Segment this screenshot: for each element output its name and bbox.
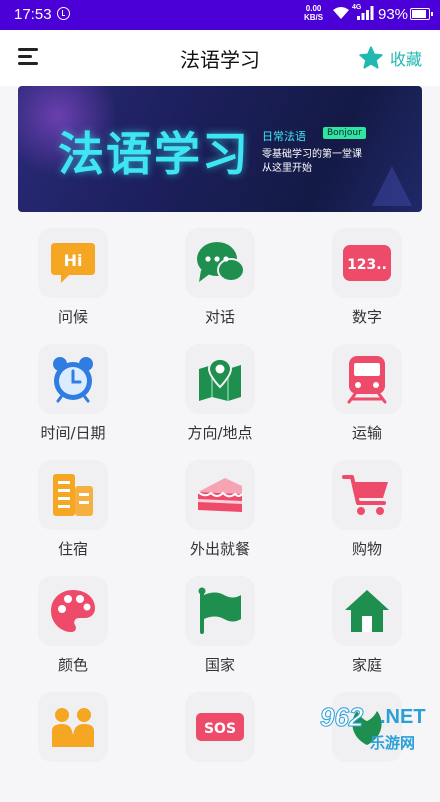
star-icon: [359, 46, 383, 69]
palette-icon: [51, 590, 95, 632]
flag-icon: [198, 587, 241, 634]
alarm-clock-icon: [53, 357, 93, 403]
signal-icon: [357, 6, 374, 20]
alarm-icon: [57, 7, 70, 20]
category-greetings[interactable]: Hi 问候: [0, 222, 146, 338]
train-icon: [347, 356, 387, 404]
category-shopping[interactable]: 购物: [294, 454, 440, 570]
numbers-icon: 123..: [343, 245, 391, 281]
category-accommodation[interactable]: 住宿: [0, 454, 146, 570]
category-label: 时间/日期: [40, 424, 106, 442]
hi-bubble-icon: Hi: [51, 243, 95, 283]
banner-line1: 日常法语: [262, 130, 306, 143]
people-icon: [52, 708, 94, 747]
category-transport[interactable]: 运输: [294, 338, 440, 454]
cake-icon: [197, 478, 243, 512]
category-label: 数字: [351, 308, 382, 326]
category-label: 家庭: [351, 656, 382, 674]
status-time: 17:53: [14, 6, 52, 23]
banner-title: 法语学习: [58, 127, 250, 181]
wifi-icon: [333, 7, 349, 19]
category-direction-place[interactable]: 方向/地点: [147, 338, 293, 454]
category-time-date[interactable]: 时间/日期: [0, 338, 146, 454]
banner-line3: 从这里开始: [262, 163, 312, 174]
banner[interactable]: 法语学习 日常法语 Bonjour 零基础学习的第一堂课 从这里开始: [18, 86, 422, 212]
category-emergency[interactable]: SOS: [147, 686, 293, 802]
battery-icon: [410, 8, 433, 20]
category-people[interactable]: [0, 686, 146, 802]
site-watermark: 962 .NET 乐游网: [319, 702, 426, 753]
category-dining-out[interactable]: 外出就餐: [147, 454, 293, 570]
category-countries[interactable]: 国家: [147, 570, 293, 686]
category-dialogue[interactable]: 对话: [147, 222, 293, 338]
house-icon: [345, 590, 389, 632]
category-label: 住宿: [57, 540, 88, 558]
category-colors[interactable]: 颜色: [0, 570, 146, 686]
building-icon: [53, 474, 93, 516]
svg-text:123..: 123..: [347, 257, 387, 273]
category-label: 外出就餐: [189, 540, 250, 558]
app-bar: 法语学习 收藏: [0, 30, 440, 86]
sos-icon: SOS: [196, 713, 244, 741]
banner-tag: Bonjour: [323, 127, 366, 139]
banner-line2: 零基础学习的第一堂课: [262, 149, 362, 160]
favorites-label: 收藏: [389, 50, 422, 69]
battery-percent: 93%: [378, 6, 409, 23]
category-family[interactable]: 家庭: [294, 570, 440, 686]
category-label: 颜色: [57, 656, 88, 674]
chat-bubbles-icon: [197, 242, 245, 282]
network-speed: 0.00 KB/S: [304, 4, 324, 22]
svg-text:SOS: SOS: [204, 721, 236, 737]
category-label: 方向/地点: [187, 424, 253, 442]
status-bar: 17:53 0.00 KB/S 4G 93%: [0, 0, 440, 30]
category-label: 问候: [57, 308, 88, 326]
map-pin-icon: [199, 357, 241, 401]
category-label: 运输: [351, 424, 382, 442]
favorites-button[interactable]: 收藏: [358, 44, 422, 72]
category-label: 国家: [204, 656, 235, 674]
category-label: 对话: [204, 308, 235, 326]
svg-text:Hi: Hi: [64, 251, 83, 270]
category-label: 购物: [351, 540, 382, 558]
shopping-cart-icon: [342, 475, 388, 515]
category-numbers[interactable]: 123.. 数字: [294, 222, 440, 338]
